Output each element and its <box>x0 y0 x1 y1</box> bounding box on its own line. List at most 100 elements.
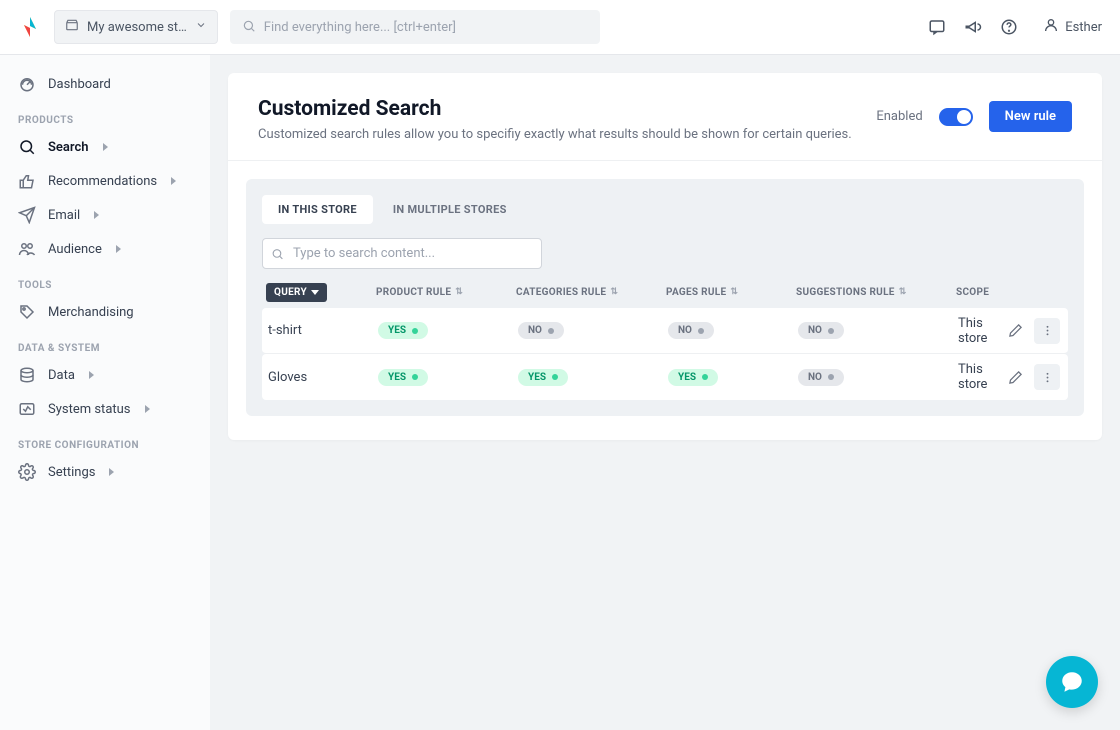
query-sort-button[interactable]: QUERY <box>266 283 327 302</box>
user-menu[interactable]: Esther <box>1043 17 1102 37</box>
tab-in-this-store[interactable]: IN THIS STORE <box>262 195 373 224</box>
enabled-label: Enabled <box>876 109 922 124</box>
new-rule-button[interactable]: New rule <box>989 101 1072 132</box>
chat-button[interactable] <box>1046 656 1098 708</box>
cell-query: Gloves <box>266 370 376 385</box>
tab-in-multiple-stores[interactable]: IN MULTIPLE STORES <box>377 195 523 224</box>
status-badge: NO <box>798 369 844 386</box>
cell-query: t-shirt <box>266 323 376 338</box>
status-badge: YES <box>378 369 428 386</box>
rules-panel: IN THIS STORE IN MULTIPLE STORES QUERY P… <box>246 179 1084 416</box>
status-badge: NO <box>798 322 844 339</box>
table-row[interactable]: t-shirt YES NO NO NO This store <box>262 308 1068 354</box>
col-product-rule[interactable]: PRODUCT RULE⇅ <box>376 287 516 298</box>
caret-right-icon <box>109 468 114 476</box>
sidebar-item-dashboard[interactable]: Dashboard <box>0 67 210 101</box>
caret-right-icon <box>94 211 99 219</box>
cell-scope: This store <box>956 362 994 392</box>
caret-right-icon <box>116 245 121 253</box>
sidebar-item-label: Email <box>48 208 80 223</box>
sidebar-item-label: System status <box>48 402 131 417</box>
scope-tabs: IN THIS STORE IN MULTIPLE STORES <box>262 195 1068 224</box>
cell-suggestions: NO <box>796 322 956 339</box>
sidebar-item-recommendations[interactable]: Recommendations <box>0 164 210 198</box>
caret-down-icon <box>311 290 319 295</box>
sidebar-section-store: STORE CONFIGURATION <box>0 426 210 455</box>
store-name: My awesome st… <box>87 20 187 35</box>
topbar: My awesome st… Esther <box>0 0 1120 55</box>
sidebar-item-email[interactable]: Email <box>0 198 210 232</box>
cell-categories: NO <box>516 322 666 339</box>
sidebar-item-audience[interactable]: Audience <box>0 232 210 266</box>
sidebar-item-label: Data <box>48 368 75 383</box>
page-description: Customized search rules allow you to spe… <box>258 127 876 142</box>
status-badge: YES <box>518 369 568 386</box>
sidebar-item-search[interactable]: Search <box>0 130 210 164</box>
sidebar-section-products: PRODUCTS <box>0 101 210 130</box>
logo-icon <box>18 15 42 39</box>
table-row[interactable]: Gloves YES YES YES NO This store <box>262 354 1068 400</box>
announce-icon[interactable] <box>963 17 983 37</box>
more-button[interactable] <box>1034 364 1060 390</box>
sidebar-item-data[interactable]: Data <box>0 358 210 392</box>
sidebar-item-settings[interactable]: Settings <box>0 455 210 489</box>
main-content: Customized Search Customized search rule… <box>210 55 1120 730</box>
sidebar-item-label: Search <box>48 140 89 155</box>
caret-right-icon <box>89 371 94 379</box>
sidebar-section-data: DATA & SYSTEM <box>0 329 210 358</box>
sidebar: Dashboard PRODUCTS Search Recommendation… <box>0 55 210 730</box>
store-icon <box>65 18 79 36</box>
sidebar-item-label: Merchandising <box>48 305 134 320</box>
status-badge: NO <box>668 322 714 339</box>
help-icon[interactable] <box>999 17 1019 37</box>
edit-button[interactable] <box>1002 364 1028 390</box>
search-icon <box>242 18 256 37</box>
cell-pages: NO <box>666 322 796 339</box>
table-header: QUERY PRODUCT RULE⇅ CATEGORIES RULE⇅ PAG… <box>262 283 1068 302</box>
topbar-icons: Esther <box>927 17 1102 37</box>
sidebar-item-label: Audience <box>48 242 102 257</box>
enabled-toggle[interactable] <box>939 108 973 126</box>
sidebar-item-label: Dashboard <box>48 77 111 92</box>
search-icon <box>271 247 284 260</box>
cell-product: YES <box>376 322 516 339</box>
col-scope: SCOPE <box>956 287 994 298</box>
sidebar-section-tools: TOOLS <box>0 266 210 295</box>
status-badge: YES <box>668 369 718 386</box>
sidebar-item-merchandising[interactable]: Merchandising <box>0 295 210 329</box>
content-search <box>262 238 542 269</box>
user-name: Esther <box>1065 20 1102 35</box>
sort-icon: ⇅ <box>455 288 463 297</box>
chat-icon <box>1059 669 1085 695</box>
status-badge: YES <box>378 322 428 339</box>
table-body: t-shirt YES NO NO NO This store Gloves Y… <box>262 308 1068 400</box>
caret-right-icon <box>145 405 150 413</box>
customized-search-card: Customized Search Customized search rule… <box>228 73 1102 440</box>
col-categories-rule[interactable]: CATEGORIES RULE⇅ <box>516 287 666 298</box>
caret-right-icon <box>171 177 176 185</box>
chevron-down-icon <box>195 19 207 35</box>
col-pages-rule[interactable]: PAGES RULE⇅ <box>666 287 796 298</box>
caret-right-icon <box>103 143 108 151</box>
cell-pages: YES <box>666 369 796 386</box>
global-search-input[interactable] <box>264 20 588 35</box>
cell-categories: YES <box>516 369 666 386</box>
user-icon <box>1043 17 1059 37</box>
status-badge: NO <box>518 322 564 339</box>
global-search[interactable] <box>230 10 600 44</box>
cell-product: YES <box>376 369 516 386</box>
page-title: Customized Search <box>258 97 876 121</box>
sort-icon: ⇅ <box>610 288 618 297</box>
more-button[interactable] <box>1034 318 1060 344</box>
cell-scope: This store <box>956 316 994 346</box>
edit-button[interactable] <box>1002 318 1028 344</box>
col-suggestions-rule[interactable]: SUGGESTIONS RULE⇅ <box>796 287 956 298</box>
sidebar-item-label: Settings <box>48 465 95 480</box>
sidebar-item-system-status[interactable]: System status <box>0 392 210 426</box>
cell-suggestions: NO <box>796 369 956 386</box>
sort-icon: ⇅ <box>899 288 907 297</box>
sidebar-item-label: Recommendations <box>48 174 157 189</box>
store-selector[interactable]: My awesome st… <box>54 10 218 44</box>
message-icon[interactable] <box>927 17 947 37</box>
content-search-input[interactable] <box>262 238 542 269</box>
